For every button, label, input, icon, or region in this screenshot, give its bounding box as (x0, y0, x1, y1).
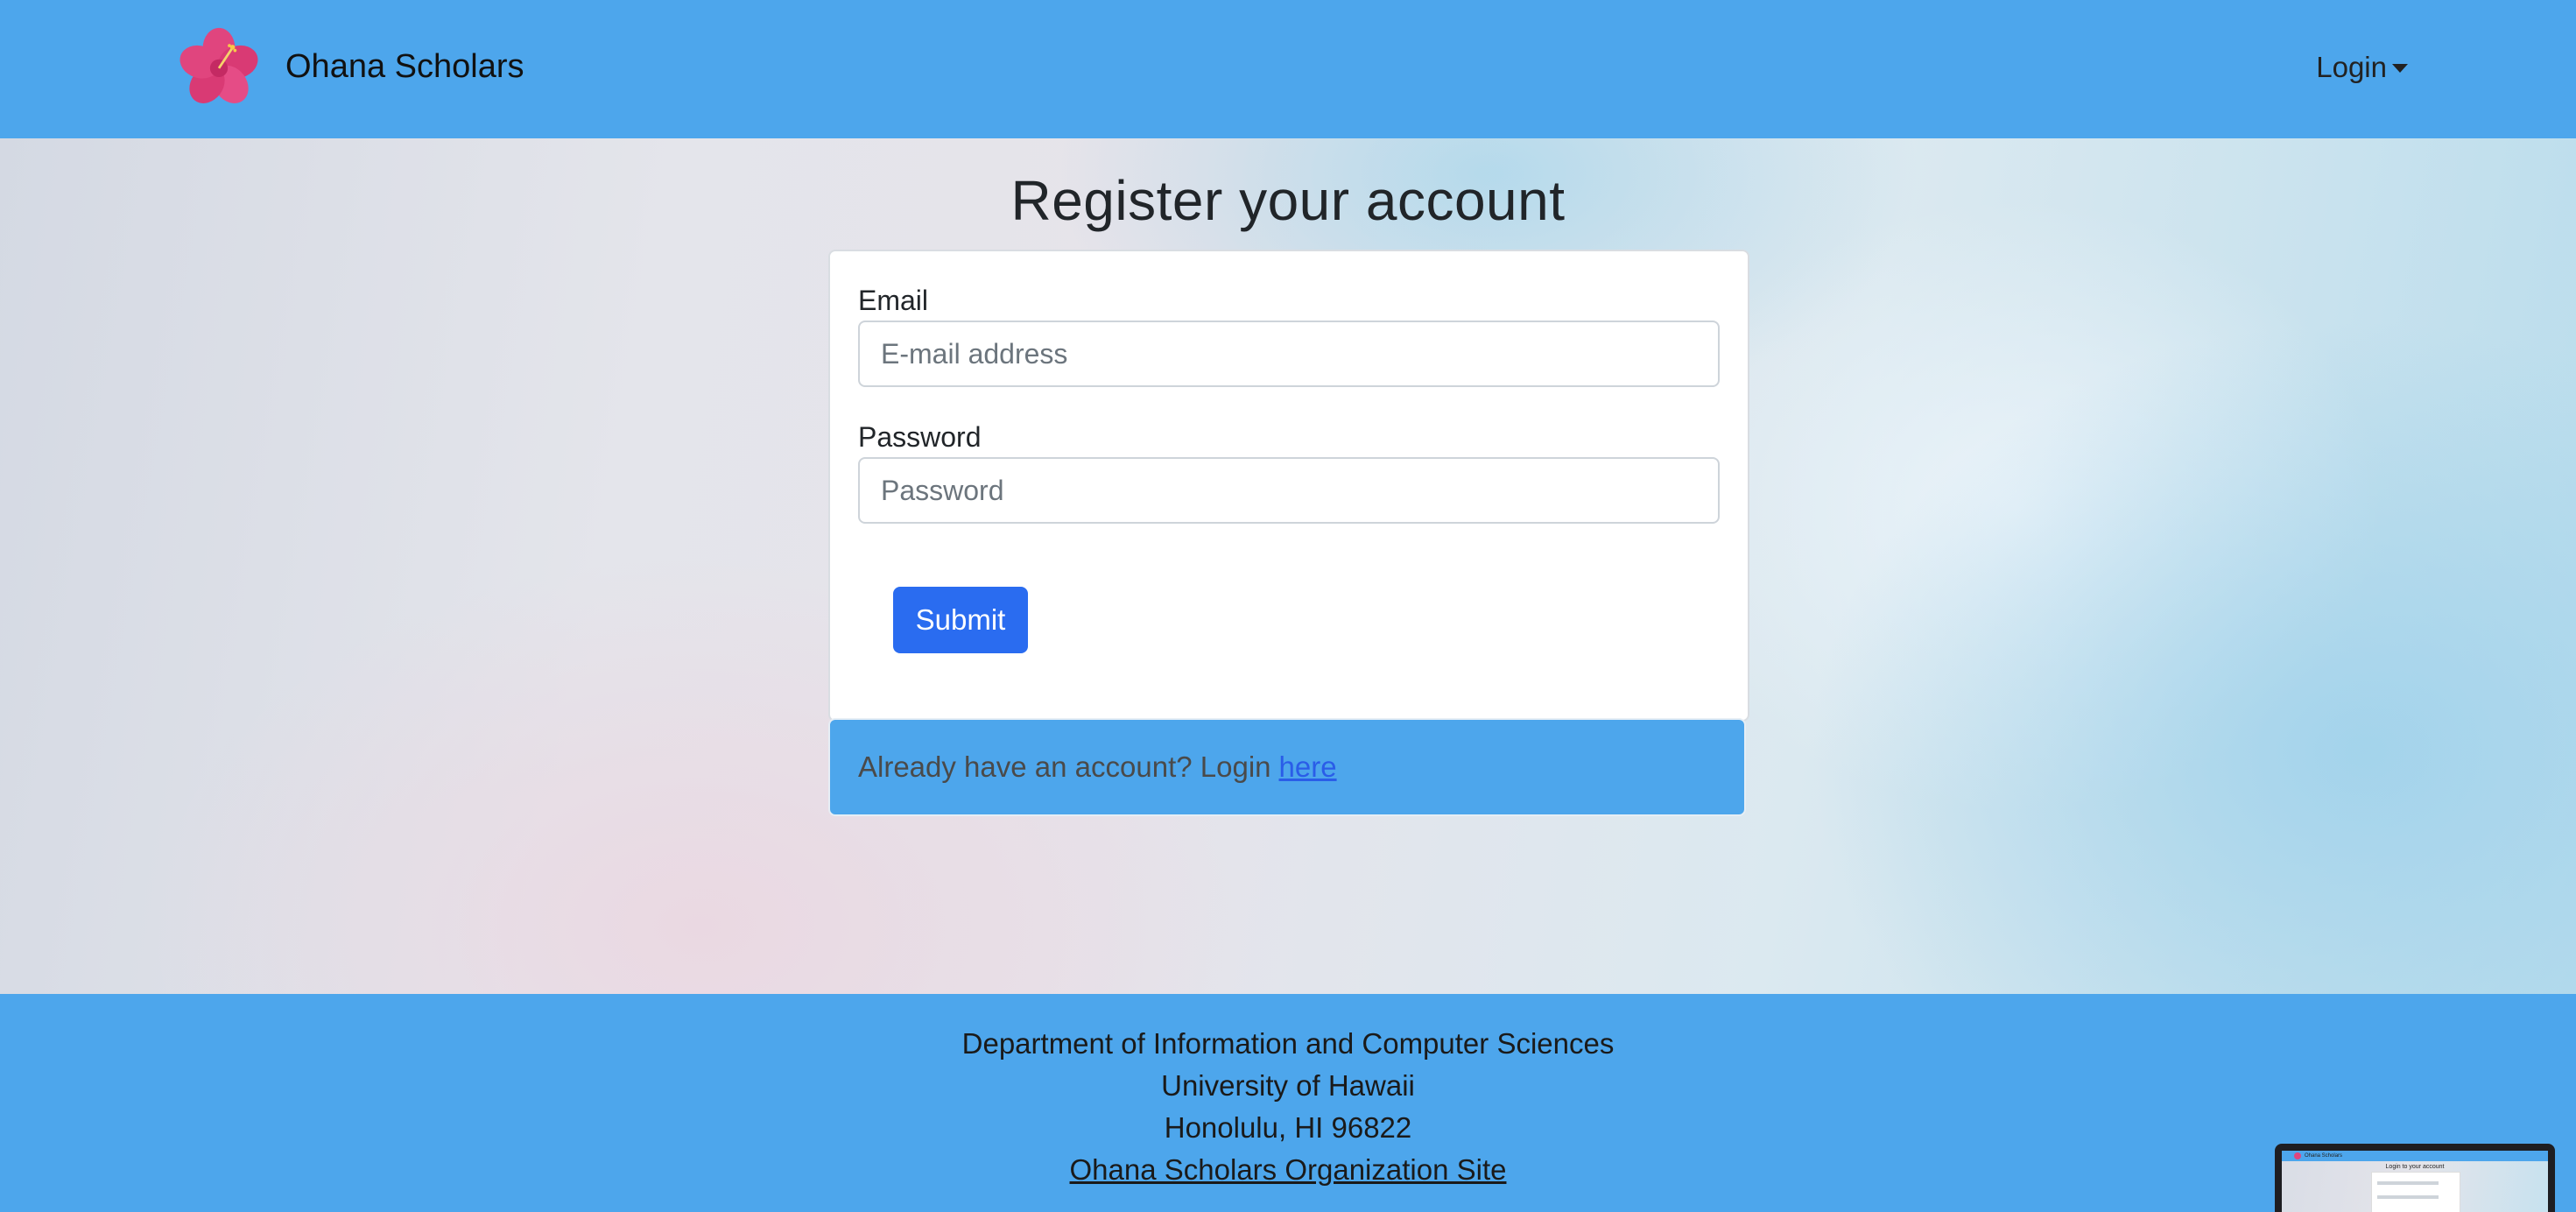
organization-site-link[interactable]: Ohana Scholars Organization Site (1070, 1153, 1507, 1186)
footer: Department of Information and Computer S… (0, 994, 2576, 1212)
screenshot-thumbnail[interactable]: Ohana Scholars Login to your account (2275, 1144, 2555, 1212)
submit-button[interactable]: Submit (893, 587, 1028, 653)
login-prompt: Already have an account? Login here (828, 718, 1746, 816)
thumbnail-brand: Ohana Scholars (2305, 1153, 2343, 1159)
main-content: Register your account Email Password Sub… (0, 138, 2576, 994)
email-field[interactable] (858, 321, 1720, 387)
login-dropdown[interactable]: Login (2316, 51, 2408, 84)
login-prompt-text: Already have an account? Login (858, 750, 1271, 783)
thumbnail-card (2371, 1172, 2460, 1212)
thumbnail-screen: Ohana Scholars Login to your account (2282, 1151, 2548, 1212)
login-here-link[interactable]: here (1279, 750, 1337, 784)
footer-university: University of Hawaii (1161, 1069, 1415, 1102)
page-title: Register your account (1010, 169, 1566, 232)
password-label: Password (858, 421, 982, 453)
login-dropdown-label: Login (2316, 51, 2387, 83)
hibiscus-flower-icon (179, 27, 258, 103)
caret-down-icon (2392, 64, 2408, 73)
thumbnail-title: Login to your account (2385, 1164, 2445, 1170)
thumbnail-input-line (2377, 1195, 2439, 1199)
register-form: Email Password Submit (828, 250, 1749, 722)
brand-name: Ohana Scholars (285, 47, 524, 85)
footer-department: Department of Information and Computer S… (961, 1027, 1615, 1060)
thumbnail-input-line (2377, 1181, 2439, 1185)
email-label: Email (858, 285, 929, 316)
footer-address: Honolulu, HI 96822 (1164, 1111, 1412, 1144)
navbar: Ohana Scholars Login (0, 0, 2576, 138)
thumbnail-flower-icon (2294, 1152, 2301, 1159)
password-field[interactable] (858, 457, 1720, 524)
brand-link[interactable]: Ohana Scholars (179, 26, 524, 107)
